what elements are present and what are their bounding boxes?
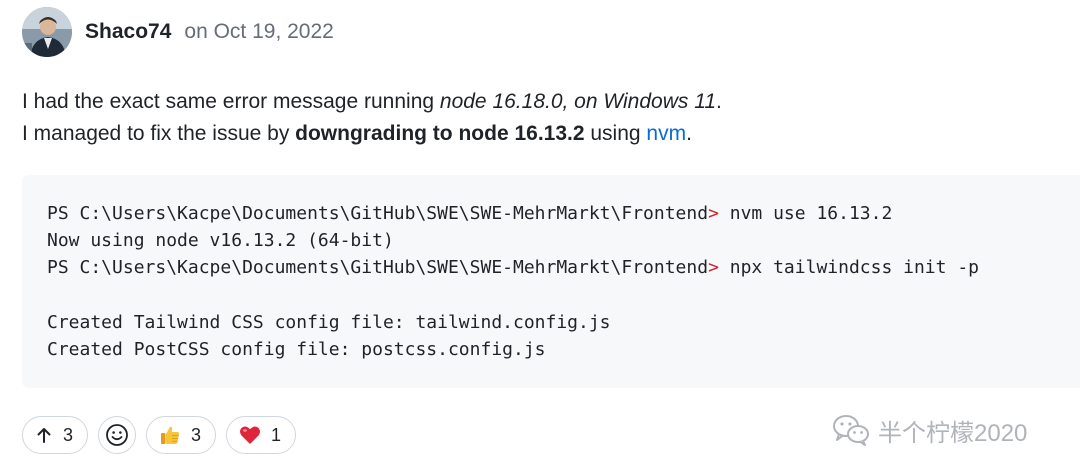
upvote-button[interactable]: 3	[22, 416, 89, 454]
watermark: 半个柠檬2020	[832, 410, 1027, 450]
code-text: PS C:\Users\Kacpe\Documents\GitHub\SWE\S…	[47, 203, 709, 224]
smiley-icon	[105, 423, 129, 447]
text-segment: I managed to fix the issue by	[22, 122, 296, 145]
thumbs-up-emoji	[159, 424, 181, 446]
heart-reaction[interactable]: 1	[226, 416, 297, 454]
code-line: PS C:\Users\Kacpe\Documents\GitHub\SWE\S…	[47, 200, 1080, 227]
watermark-text: 半个柠檬2020	[878, 419, 1028, 447]
prompt-char: >	[708, 257, 719, 279]
upvote-count: 3	[63, 424, 74, 445]
text-segment: using	[584, 122, 647, 145]
code-line: Now using node v16.13.2 (64-bit)	[47, 227, 1080, 254]
comment-paragraph-2: I managed to fix the issue by downgradin…	[22, 118, 722, 150]
emphasized-text: node 16.18.0, on Windows 11	[439, 90, 717, 113]
arrow-up-icon	[35, 426, 53, 444]
code-text: PS C:\Users\Kacpe\Documents\GitHub\SWE\S…	[47, 257, 709, 279]
heart-count: 1	[271, 424, 282, 445]
code-text: Created Tailwind CSS config file: tailwi…	[47, 311, 611, 333]
text-segment: .	[686, 122, 692, 145]
comment-date[interactable]: on Oct 19, 2022	[184, 20, 333, 44]
code-line: PS C:\Users\Kacpe\Documents\GitHub\SWE\S…	[47, 254, 1080, 281]
thumbs-up-reaction[interactable]: 3	[146, 416, 217, 454]
text-segment: .	[716, 90, 722, 113]
discussion-comment: Shaco74 on Oct 19, 2022 I had the exact …	[0, 0, 1080, 475]
author-name[interactable]: Shaco74	[85, 20, 171, 44]
wechat-icon	[832, 414, 870, 446]
comment-paragraph-1: I had the exact same error message runni…	[22, 86, 722, 118]
code-line: Created PostCSS config file: postcss.con…	[47, 336, 1080, 363]
text-segment: I had the exact same error message runni…	[22, 90, 440, 113]
reactions-bar: 3 3 1	[22, 415, 306, 455]
heart-emoji	[239, 425, 261, 445]
prompt-char: >	[708, 203, 719, 224]
bold-text: downgrading to node 16.13.2	[295, 122, 585, 145]
code-text: Created PostCSS config file: postcss.con…	[47, 338, 546, 360]
comment-header: Shaco74 on Oct 19, 2022	[22, 7, 334, 57]
add-reaction-button[interactable]	[98, 416, 137, 454]
code-text: Now using node v16.13.2 (64-bit)	[47, 230, 394, 252]
code-text: npx tailwindcss init -p	[718, 257, 979, 279]
code-line: Created Tailwind CSS config file: tailwi…	[47, 309, 1080, 336]
thumbs-up-count: 3	[191, 424, 202, 445]
avatar[interactable]	[22, 7, 72, 57]
avatar-image	[22, 7, 72, 57]
code-block: PS C:\Users\Kacpe\Documents\GitHub\SWE\S…	[22, 175, 1080, 388]
comment-body: I had the exact same error message runni…	[22, 86, 722, 150]
code-text: nvm use 16.13.2	[718, 203, 893, 224]
nvm-link[interactable]: nvm	[646, 122, 686, 145]
